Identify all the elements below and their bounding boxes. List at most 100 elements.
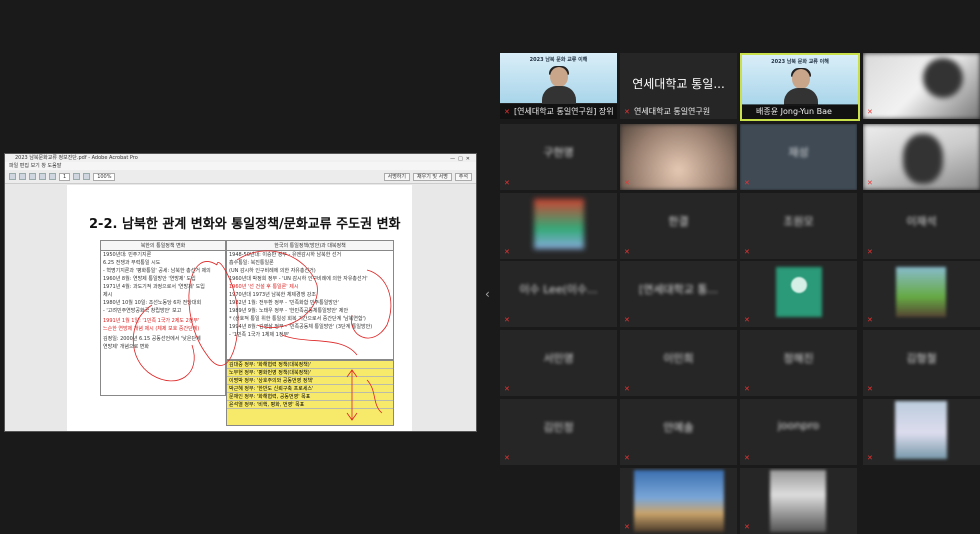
north-policy-table: 북한의 통일정책 변화 1950년대: 민주기지론 6.25 전쟁과 무력통일 시… (100, 240, 226, 396)
table-row: 1971년 4월: 과도기적 과정으로서 '연방제' 도입 (103, 284, 205, 290)
participant-display-name: 안예솔 (663, 421, 694, 434)
mic-muted-icon: ✕ (624, 316, 630, 324)
sign-button[interactable]: 서명하기 (383, 172, 411, 181)
south-policy-table: 한국의 통일정책(방안)과 대북정책 1948-50년대: 이승만 정부 - 유… (226, 240, 394, 360)
mic-muted-icon: ✕ (867, 108, 873, 116)
save-icon[interactable] (29, 173, 36, 180)
video-tile-10[interactable]: 한결 ✕ (620, 193, 737, 259)
mic-muted-icon: ✕ (744, 179, 750, 187)
participant-display-name: [연세대학교 통... (639, 283, 718, 296)
video-tile-20[interactable]: 김형철 ✕ (863, 330, 980, 396)
video-tile-13[interactable]: 이수 Lee(이수... ✕ (500, 261, 617, 327)
table-row: 느슨한 연방제 개념 제시 (체제 보호 중간단계) (103, 326, 200, 332)
video-tile-9[interactable]: ✕ (500, 193, 617, 259)
open-icon[interactable] (19, 173, 26, 180)
mic-muted-icon: ✕ (867, 179, 873, 187)
table-row: 이명박 정부: '상호주의와 공동번영 정책' (227, 377, 393, 385)
table-row: 1970년대 1973년 남북한 체제경쟁 강조 (229, 292, 317, 298)
toolbar-right-group: 서명하기 채우기 및 서명 주석 (383, 172, 476, 181)
table-row: 흡수통일: 북진통일론 (229, 260, 274, 266)
table-row: 1989년 9월: 노태우 정부 - '한민족공동체통일방안' 제안 (229, 308, 349, 314)
video-tile-11[interactable]: 조원모 ✕ (740, 193, 857, 259)
mic-muted-icon: ✕ (624, 108, 630, 116)
profile-image (634, 470, 724, 532)
table-row: 노무현 정부: '평화번영 정책(대북정책)' (227, 369, 393, 377)
table-row: * (상호적 통일 위한 통일성 회복 기간으로서 중간단계 '남북연합') (229, 316, 366, 322)
banner-title: 2023 남북 문화 교류 이해 (771, 59, 829, 65)
mic-muted-icon: ✕ (504, 316, 510, 324)
participant-display-name: 김민정 (543, 421, 574, 434)
video-tile-8[interactable]: ✕ (863, 124, 980, 190)
page-left-arrow[interactable]: ‹ (485, 287, 491, 303)
participant-display-name: 재성 (788, 146, 809, 159)
participant-video (620, 124, 737, 190)
acrobat-menu-bar[interactable]: 파일 편집 보기 창 도움말 (5, 162, 476, 170)
profile-image (534, 199, 584, 249)
video-tile-18[interactable]: 이민희 ✕ (620, 330, 737, 396)
mic-muted-icon: ✕ (624, 179, 630, 187)
video-tile-16[interactable]: ✕ (863, 261, 980, 327)
participant-display-name: 이재석 (906, 215, 937, 228)
fill-sign-button[interactable]: 채우기 및 서명 (413, 172, 452, 181)
zoom-in-icon[interactable] (83, 173, 91, 180)
email-icon[interactable] (49, 173, 56, 180)
video-tile-24[interactable]: ✕ (863, 399, 980, 465)
mic-muted-icon: ✕ (504, 179, 510, 187)
video-tile-5[interactable]: 구현명 ✕ (500, 124, 617, 190)
participant-display-name: joonpro (777, 419, 820, 432)
mic-muted-icon: ✕ (867, 385, 873, 393)
zoom-out-icon[interactable] (73, 173, 81, 180)
print-icon[interactable] (39, 173, 46, 180)
video-tile-12[interactable]: 이재석 ✕ (863, 193, 980, 259)
video-tile-17[interactable]: 서민영 ✕ (500, 330, 617, 396)
mic-muted-icon: ✕ (504, 454, 510, 462)
participant-display-name: 정해진 (783, 352, 814, 365)
video-tile-1[interactable]: 2023 남북 문화 교류 이해 ✕ [연세대학교 통일연구원] 장위 (500, 53, 617, 119)
participant-name: 연세대학교 통일연구원 (634, 107, 711, 116)
table-row: - '1민족 1국가 1체제 1정부' (229, 332, 290, 338)
mic-muted-icon: ✕ (504, 385, 510, 393)
video-tile-6[interactable]: ✕ (620, 124, 737, 190)
acrobat-window-title: 2023 남북문화교류 정보진단.pdf - Adobe Acrobat Pro (15, 155, 138, 161)
participant-video (863, 53, 980, 119)
mic-muted-icon: ✕ (624, 454, 630, 462)
table-row: - 혁명기지론과 '평화통일' 공세: 남북한 총선거 제의 (103, 268, 211, 274)
video-tile-26[interactable]: ✕ (740, 468, 857, 534)
mic-muted-icon: ✕ (624, 248, 630, 256)
participant-display-name: 이민희 (663, 352, 694, 365)
comment-button[interactable]: 주석 (454, 172, 472, 181)
video-tile-25[interactable]: ✕ (620, 468, 737, 534)
video-tile-active-speaker[interactable]: 2023 남북 문화 교류 이해 배종윤 Jong-Yun Bae (740, 53, 860, 121)
page-number-field[interactable]: 1 (59, 172, 71, 181)
mic-muted-icon: ✕ (744, 385, 750, 393)
table-row: 1960년 8월: 연방제 통일방안 '연방제' 도입 (103, 276, 196, 282)
shared-screen[interactable]: 2023 남북문화교류 정보진단.pdf - Adobe Acrobat Pro… (4, 153, 477, 432)
zoom-field[interactable]: 100% (93, 172, 116, 181)
table-row: 박근혜 정부: '한반도 신뢰구축 프로세스' (227, 385, 393, 393)
video-tile-22[interactable]: 안예솔 ✕ (620, 399, 737, 465)
north-policy-header: 북한의 통일정책 변화 (101, 241, 225, 251)
mic-muted-icon: ✕ (744, 523, 750, 531)
mic-muted-icon: ✕ (504, 248, 510, 256)
table-row: 1950년대: 민주기지론 (103, 252, 152, 258)
video-tile-2[interactable]: 연세대학교 통일... ✕ 연세대학교 통일연구원 (620, 53, 737, 119)
video-tile-23[interactable]: joonpro ✕ (740, 399, 857, 465)
south-policy-header: 한국의 통일정책(방안)과 대북정책 (227, 241, 393, 251)
video-tile-14[interactable]: [연세대학교 통... ✕ (620, 261, 737, 327)
video-tile-7[interactable]: 재성 ✕ (740, 124, 857, 190)
table-row: 1994년 8월: 김영삼 정부 - '민족공동체 통일방안' (3단계 통일방… (229, 324, 373, 330)
video-tile-15[interactable]: ✕ (740, 261, 857, 327)
participant-display-name: 구현명 (543, 146, 574, 159)
window-controls[interactable]: —□✕ (450, 155, 473, 162)
participant-display-name: 김형철 (906, 352, 937, 365)
table-row: 1960년 '선 건설 후 통일론' 제시 (229, 284, 299, 290)
profile-image (770, 470, 826, 532)
create-icon[interactable] (9, 173, 16, 180)
pdf-page: 2-2. 남북한 관계 변화와 통일정책/문화교류 주도권 변화 북한의 통일정… (67, 185, 412, 431)
video-tile-21[interactable]: 김민정 ✕ (500, 399, 617, 465)
video-tile-4[interactable]: ✕ (863, 53, 980, 119)
highlighted-policy-list: 김대중 정부: '화해협력 정책(대북정책)' 노무현 정부: '평화번영 정책(… (226, 360, 394, 426)
video-tile-19[interactable]: 정해진 ✕ (740, 330, 857, 396)
table-row: 연방제' 개념으로 변화 (103, 344, 149, 350)
mic-muted-icon: ✕ (744, 454, 750, 462)
